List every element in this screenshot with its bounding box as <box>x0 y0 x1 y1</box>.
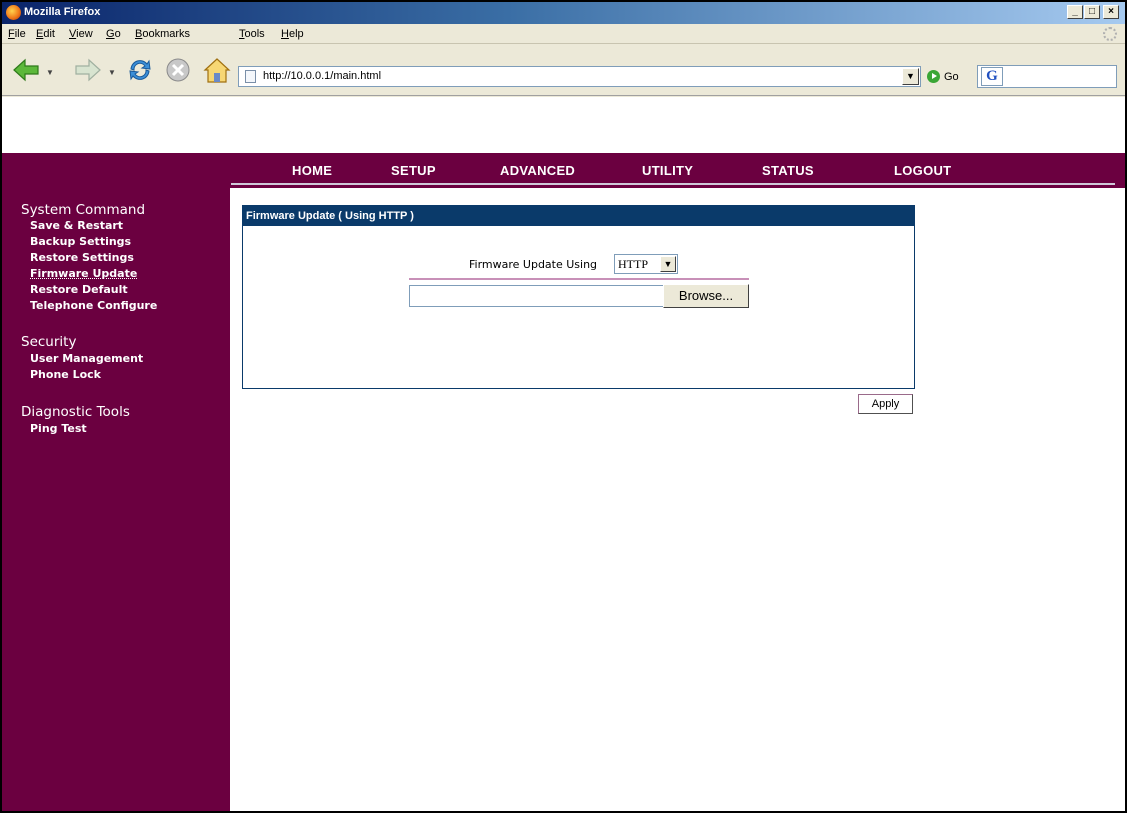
nav-underline <box>231 183 1115 185</box>
firmware-method-value: HTTP <box>618 257 648 271</box>
firmware-method-select[interactable]: HTTP ▼ <box>614 254 678 274</box>
nav-setup[interactable]: SETUP <box>391 163 436 178</box>
title-bar: Mozilla Firefox _ □ × <box>2 2 1125 24</box>
back-arrow-icon[interactable] <box>12 58 40 82</box>
minimize-button[interactable]: _ <box>1067 5 1083 19</box>
maximize-button[interactable]: □ <box>1084 5 1100 19</box>
menu-file[interactable]: File <box>8 28 26 40</box>
menu-tools[interactable]: Tools <box>239 28 265 40</box>
url-dropdown-button[interactable]: ▼ <box>902 68 919 85</box>
close-button[interactable]: × <box>1103 5 1119 19</box>
search-box[interactable]: G <box>977 65 1117 88</box>
top-navigation: HOME SETUP ADVANCED UTILITY STATUS LOGOU… <box>2 153 1125 188</box>
firefox-logo-icon <box>6 5 21 20</box>
sidebar-item-restore-settings[interactable]: Restore Settings <box>30 251 134 264</box>
navigation-toolbar: ▼ ▼ http://10.0.0.1/main.html ▼ Go G <box>2 44 1125 96</box>
go-arrow-icon[interactable] <box>927 70 940 83</box>
apply-button[interactable]: Apply <box>858 394 913 414</box>
menu-edit[interactable]: Edit <box>36 28 55 40</box>
sidebar-item-telephone-configure[interactable]: Telephone Configure <box>30 299 157 312</box>
throbber-icon <box>1103 27 1117 41</box>
menu-go[interactable]: Go <box>106 28 121 40</box>
nav-utility[interactable]: UTILITY <box>642 163 693 178</box>
back-history-dropdown-icon[interactable]: ▼ <box>46 68 54 77</box>
page-content: HOME SETUP ADVANCED UTILITY STATUS LOGOU… <box>2 97 1125 811</box>
chevron-down-icon[interactable]: ▼ <box>660 256 676 272</box>
panel-title: Firmware Update ( Using HTTP ) <box>246 210 414 222</box>
menu-help[interactable]: Help <box>281 28 304 40</box>
menu-view[interactable]: View <box>69 28 93 40</box>
nav-advanced[interactable]: ADVANCED <box>500 163 575 178</box>
sidebar-item-restore-default[interactable]: Restore Default <box>30 283 128 296</box>
url-text: http://10.0.0.1/main.html <box>263 70 382 82</box>
sidebar-section-security: Security <box>21 334 77 350</box>
browser-window: Mozilla Firefox _ □ × File Edit View Go … <box>0 0 1127 813</box>
google-icon[interactable]: G <box>981 67 1003 86</box>
sidebar-section-system-command: System Command <box>21 202 146 218</box>
window-title: Mozilla Firefox <box>24 6 101 18</box>
firmware-method-label: Firmware Update Using <box>469 258 598 271</box>
divider <box>409 278 749 280</box>
go-button[interactable]: Go <box>944 71 959 83</box>
sidebar-item-backup-settings[interactable]: Backup Settings <box>30 235 131 248</box>
sidebar-item-user-management[interactable]: User Management <box>30 352 143 365</box>
nav-logout[interactable]: LOGOUT <box>894 163 951 178</box>
url-bar[interactable]: http://10.0.0.1/main.html ▼ <box>238 66 921 87</box>
firmware-update-panel: Firmware Update ( Using HTTP ) Firmware … <box>242 205 915 389</box>
reload-icon[interactable] <box>126 56 154 84</box>
firmware-file-input[interactable] <box>409 285 664 307</box>
browse-button[interactable]: Browse... <box>663 284 749 308</box>
nav-home[interactable]: HOME <box>292 163 332 178</box>
panel-header: Firmware Update ( Using HTTP ) <box>243 206 914 226</box>
page-icon <box>245 70 256 83</box>
sidebar-item-phone-lock[interactable]: Phone Lock <box>30 368 101 381</box>
sidebar-section-diagnostic-tools: Diagnostic Tools <box>21 404 130 420</box>
sidebar-item-save-restart[interactable]: Save & Restart <box>30 219 123 232</box>
menu-bookmarks[interactable]: Bookmarks <box>135 28 190 40</box>
sidebar: System Command Save & Restart Backup Set… <box>2 188 230 811</box>
sidebar-item-ping-test[interactable]: Ping Test <box>30 422 87 435</box>
forward-history-dropdown-icon[interactable]: ▼ <box>108 68 116 77</box>
forward-arrow-icon[interactable] <box>74 58 102 82</box>
menu-bar: File Edit View Go Bookmarks Tools Help <box>2 24 1125 44</box>
sidebar-item-firmware-update[interactable]: Firmware Update <box>30 267 137 280</box>
home-icon[interactable] <box>202 56 232 84</box>
stop-icon[interactable] <box>165 57 191 83</box>
nav-status[interactable]: STATUS <box>762 163 814 178</box>
